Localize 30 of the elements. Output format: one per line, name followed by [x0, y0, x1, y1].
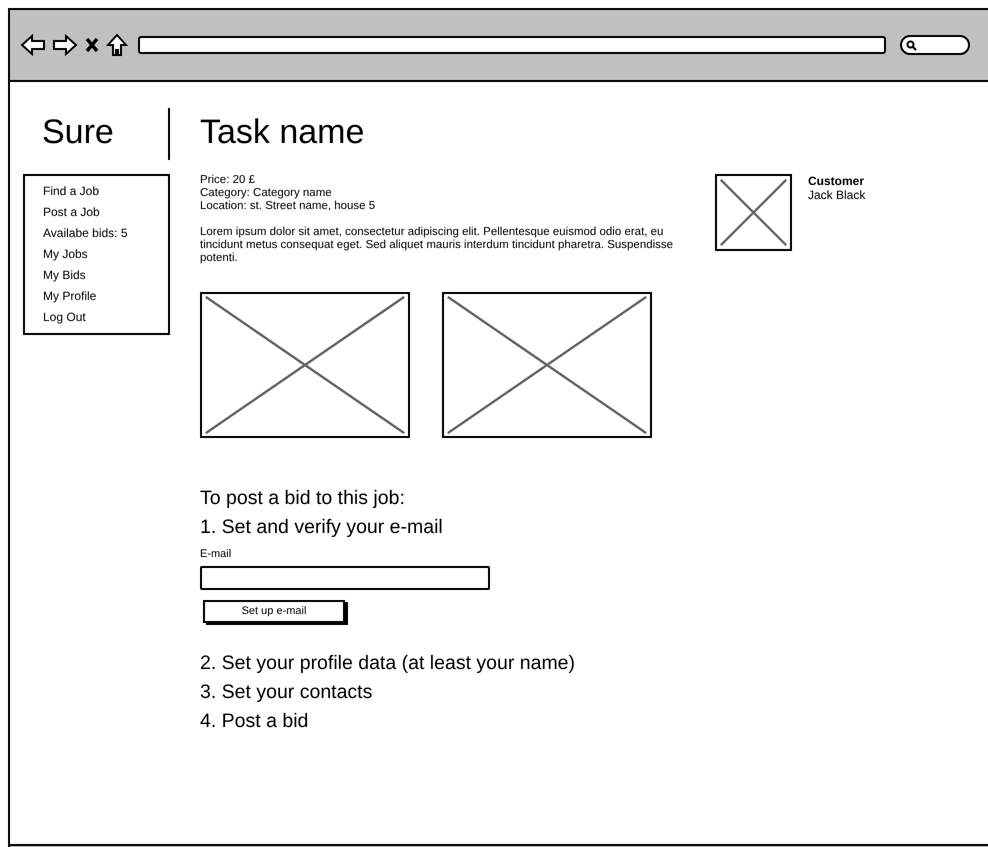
nav-link[interactable]: Find a Job [43, 181, 168, 202]
forward-arrow-icon[interactable] [52, 34, 78, 56]
field-label: E-mail [200, 547, 232, 562]
nav-link[interactable]: My Jobs [43, 244, 168, 265]
nav-link[interactable]: Post a Job [43, 202, 168, 223]
home-icon[interactable] [106, 33, 128, 57]
nav-link[interactable]: My Profile [43, 286, 168, 307]
customer-label: Customer [808, 174, 866, 188]
customer-name: Jack Black [808, 188, 866, 202]
close-icon[interactable] [84, 36, 100, 54]
step-text: 3. Set your contacts [200, 680, 374, 704]
detail-text: Category: Category name [200, 187, 333, 200]
setup-email-button[interactable]: Set up e-mail [203, 600, 345, 622]
step-text: 1. Set and verify your e-mail [200, 515, 444, 540]
nav-link[interactable]: My Bids [43, 265, 168, 286]
search-field[interactable] [900, 35, 970, 55]
detail-text: Location: st. Street name, house 5 [200, 200, 376, 213]
description-text: Lorem ipsum dolor sit amet, consectetur adipiscing elit. Pellentesque euismod odio erat, eu tincidunt metus consequat eget. Sed aliquet mauris interdum tincidunt pharetra. Suspendisse potenti. [200, 226, 674, 265]
back-arrow-icon[interactable] [20, 34, 46, 56]
section-heading: To post a bid to this job: [200, 486, 406, 511]
detail-text: Price: 20 £ [200, 174, 256, 187]
logo-text: Sure [23, 108, 170, 160]
email-field[interactable] [200, 566, 490, 590]
task-title: Task name [200, 112, 366, 153]
nav-link[interactable]: Availabe bids: 5 [43, 223, 168, 244]
nav-link[interactable]: Log Out [43, 307, 168, 328]
search-icon [906, 40, 917, 50]
step-text: 2. Set your profile data (at least your name) [200, 650, 576, 676]
address-bar[interactable] [138, 36, 886, 54]
step-text: 4. Post a bid [200, 708, 310, 734]
